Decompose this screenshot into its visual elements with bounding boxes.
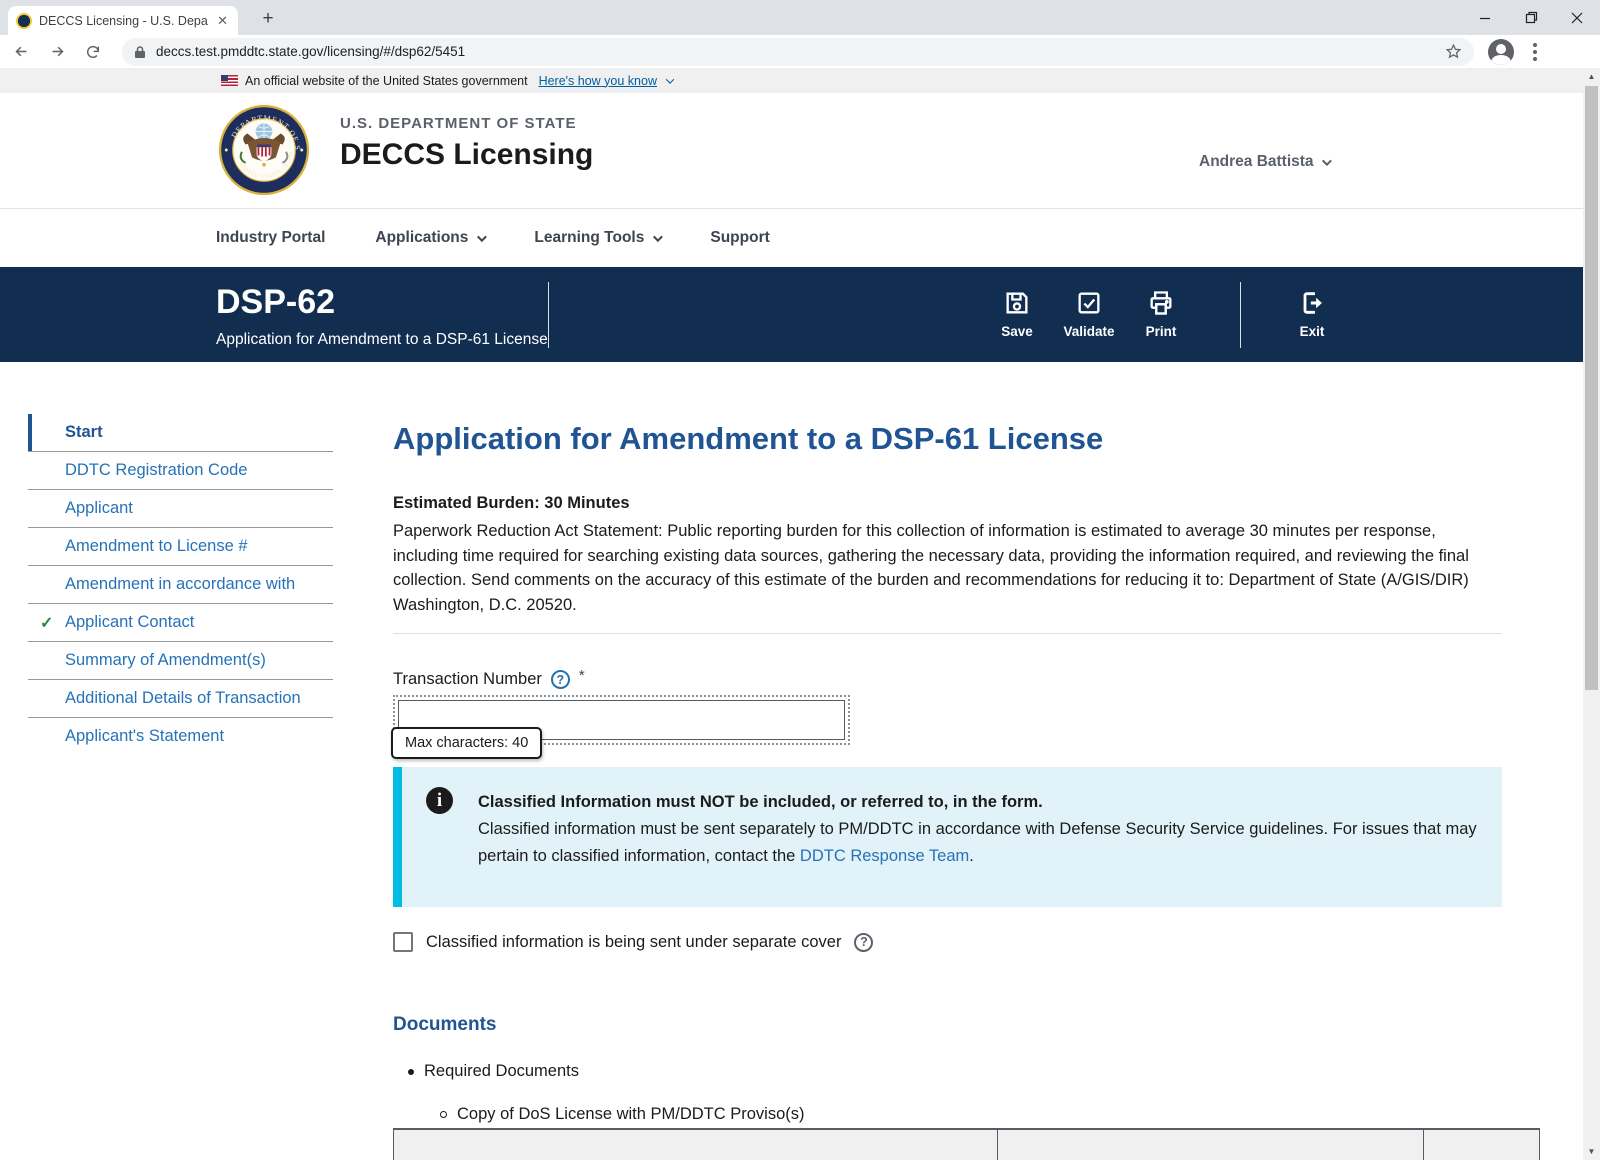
documents-heading: Documents	[393, 1014, 497, 1035]
info-icon: i	[426, 787, 453, 814]
documents-table-header-cell	[1423, 1130, 1539, 1160]
print-icon	[1150, 291, 1172, 315]
page-title: Application for Amendment to a DSP-61 Li…	[393, 421, 1104, 456]
sidebar-item-amendment-to-license[interactable]: Amendment to License #	[28, 528, 333, 566]
documents-table-header-cell	[394, 1130, 997, 1160]
checkbox-label: Classified information is being sent und…	[426, 932, 842, 951]
form-hero-bar: DSP-62 Application for Amendment to a DS…	[0, 267, 1583, 362]
close-window-button[interactable]	[1554, 0, 1600, 35]
maximize-button[interactable]	[1508, 0, 1554, 35]
hero-divider	[1240, 282, 1241, 348]
form-subtitle: Application for Amendment to a DSP-61 Li…	[216, 331, 548, 348]
form-code: DSP-62	[216, 283, 336, 321]
print-button[interactable]: Print	[1123, 289, 1199, 339]
required-documents-item: Required Documents	[424, 1062, 579, 1080]
validate-icon	[1078, 292, 1100, 314]
user-menu[interactable]: Andrea Battista	[1199, 153, 1332, 171]
required-document-name: Copy of DoS License with PM/DDTC Proviso…	[457, 1105, 805, 1123]
browser-tab-strip: DECCS Licensing - U.S. Departme ✕ +	[0, 0, 1600, 35]
new-tab-button[interactable]: +	[254, 5, 282, 33]
chevron-down-icon	[477, 231, 488, 242]
agency-name: U.S. DEPARTMENT OF STATE	[340, 115, 577, 132]
ddtc-response-team-link[interactable]: DDTC Response Team	[800, 847, 969, 865]
alert-heading: Classified Information must NOT be inclu…	[478, 793, 1043, 811]
gov-banner-link[interactable]: Here's how you know	[539, 74, 657, 88]
divider	[393, 633, 1502, 634]
browser-menu-icon[interactable]	[1520, 42, 1550, 61]
documents-table	[393, 1128, 1540, 1160]
url-text: deccs.test.pmddtc.state.gov/licensing/#/…	[156, 44, 466, 59]
window-controls	[1462, 0, 1600, 35]
check-icon: ✓	[40, 615, 54, 632]
chevron-down-icon	[1321, 155, 1332, 166]
nav-support[interactable]: Support	[710, 229, 769, 247]
sidebar-item-amendment-in-accordance[interactable]: Amendment in accordance with	[28, 566, 333, 604]
site-header: DEPARTMENT OF STATE UNITED STATES OF AME…	[0, 93, 1583, 208]
save-button[interactable]: Save	[979, 289, 1055, 339]
browser-tab[interactable]: DECCS Licensing - U.S. Departme ✕	[8, 6, 238, 35]
bullet-icon	[408, 1068, 414, 1075]
chevron-down-icon	[653, 231, 664, 242]
form-content: Application for Amendment to a DSP-61 Li…	[393, 362, 1502, 1124]
refresh-button[interactable]	[78, 37, 108, 67]
site-favicon	[16, 12, 32, 29]
help-icon[interactable]: ?	[550, 670, 570, 689]
address-bar[interactable]: deccs.test.pmddtc.state.gov/licensing/#/…	[122, 37, 1474, 66]
sidebar-item-applicants-statement[interactable]: Applicant's Statement	[28, 718, 333, 755]
sidebar-item-start[interactable]: Start	[28, 414, 333, 452]
gov-banner: An official website of the United States…	[0, 68, 1583, 93]
sidebar-item-summary-of-amendments[interactable]: Summary of Amendment(s)	[28, 642, 333, 680]
save-icon	[1006, 292, 1028, 314]
browser-profile-avatar[interactable]	[1488, 38, 1514, 65]
exit-icon	[1303, 292, 1322, 314]
scrollbar-thumb[interactable]	[1585, 86, 1598, 690]
main-nav: Industry Portal Applications Learning To…	[0, 208, 1583, 267]
alert-text: Classified information must be sent sepa…	[478, 820, 1477, 865]
burden-text: Paperwork Reduction Act Statement: Publi…	[393, 522, 1469, 614]
us-flag-icon	[221, 75, 238, 86]
documents-table-header-cell	[996, 1130, 1423, 1160]
minimize-button[interactable]	[1462, 0, 1508, 35]
sidebar-item-additional-details[interactable]: Additional Details of Transaction	[28, 680, 333, 718]
nav-applications[interactable]: Applications	[375, 229, 488, 247]
page-scrollbar[interactable]: ▲ ▼	[1583, 68, 1600, 1160]
browser-url-bar: deccs.test.pmddtc.state.gov/licensing/#/…	[0, 35, 1600, 68]
forward-button[interactable]	[42, 37, 72, 67]
transaction-number-label: Transaction Number	[393, 670, 542, 688]
help-icon[interactable]: ?	[854, 932, 874, 952]
sidebar-item-ddtc-registration-code[interactable]: DDTC Registration Code	[28, 452, 333, 490]
nav-learning-tools[interactable]: Learning Tools	[534, 229, 664, 247]
burden-label: Estimated Burden: 30 Minutes	[393, 494, 630, 512]
dos-seal: DEPARTMENT OF STATE UNITED STATES OF AME…	[218, 104, 310, 196]
classified-info-alert: i Classified Information must NOT be inc…	[393, 767, 1502, 907]
app-name: DECCS Licensing	[340, 138, 594, 171]
gov-banner-text: An official website of the United States…	[245, 73, 528, 88]
nav-industry-portal[interactable]: Industry Portal	[216, 229, 325, 247]
tab-title: DECCS Licensing - U.S. Departme	[39, 13, 208, 28]
brand-block: U.S. DEPARTMENT OF STATE DECCS Licensing	[340, 115, 593, 172]
bookmark-star-icon[interactable]	[1445, 43, 1462, 60]
sub-bullet-icon	[440, 1111, 447, 1118]
user-name: Andrea Battista	[1199, 153, 1314, 170]
hero-divider	[548, 282, 549, 348]
sidebar-item-applicant[interactable]: Applicant	[28, 490, 333, 528]
lock-icon	[135, 45, 145, 58]
tab-close-icon[interactable]: ✕	[215, 13, 230, 29]
max-characters-tooltip: Max characters: 40	[391, 727, 543, 759]
scroll-down-arrow[interactable]: ▼	[1583, 1143, 1600, 1160]
chevron-down-icon	[665, 74, 675, 84]
sidebar-item-applicant-contact[interactable]: ✓ Applicant Contact	[28, 604, 333, 642]
exit-button[interactable]: Exit	[1274, 289, 1350, 339]
classified-separate-cover-checkbox[interactable]	[393, 932, 413, 952]
required-asterisk: *	[578, 667, 585, 684]
back-button[interactable]	[6, 37, 36, 67]
scroll-up-arrow[interactable]: ▲	[1583, 68, 1600, 85]
validate-button[interactable]: Validate	[1051, 289, 1127, 339]
form-section-nav: Start DDTC Registration Code Applicant A…	[28, 414, 333, 755]
